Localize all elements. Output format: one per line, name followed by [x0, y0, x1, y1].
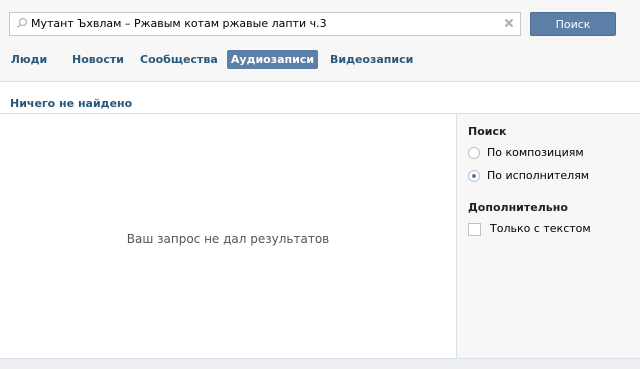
results-panel: Ваш запрос не дал результатов [0, 114, 456, 359]
filter-panel: Поиск По композициям По исполнителям Доп… [456, 114, 640, 359]
radio-by-songs[interactable]: По композициям [468, 146, 628, 162]
search-input[interactable] [31, 13, 501, 35]
checkbox-lyrics-only[interactable]: Только с текстом [468, 222, 628, 238]
radio-button-checked[interactable] [468, 170, 480, 182]
search-header: Поиск Люди Новости Сообщества Аудиозапис… [0, 0, 640, 81]
tab-audio[interactable]: Аудиозаписи [227, 50, 318, 69]
search-box[interactable] [9, 12, 521, 36]
tab-video[interactable]: Видеозаписи [330, 50, 413, 69]
radio-label: По композициям [487, 146, 584, 159]
tab-communities[interactable]: Сообщества [140, 50, 218, 69]
status-bar: Ничего не найдено [0, 81, 640, 114]
status-text: Ничего не найдено [10, 97, 133, 110]
tab-people[interactable]: Люди [9, 50, 49, 69]
radio-label: По исполнителям [487, 169, 590, 182]
close-icon[interactable] [503, 17, 515, 29]
search-button[interactable]: Поиск [530, 12, 616, 36]
checkbox-label: Только с текстом [490, 222, 591, 235]
filter-heading-search: Поиск [468, 125, 507, 138]
radio-by-artists[interactable]: По исполнителям [468, 169, 628, 185]
tab-news[interactable]: Новости [68, 50, 128, 69]
empty-results-message: Ваш запрос не дал результатов [126, 232, 330, 246]
search-icon [16, 17, 28, 29]
checkbox[interactable] [468, 223, 481, 236]
filter-heading-extra: Дополнительно [468, 201, 568, 214]
radio-button[interactable] [468, 147, 480, 159]
